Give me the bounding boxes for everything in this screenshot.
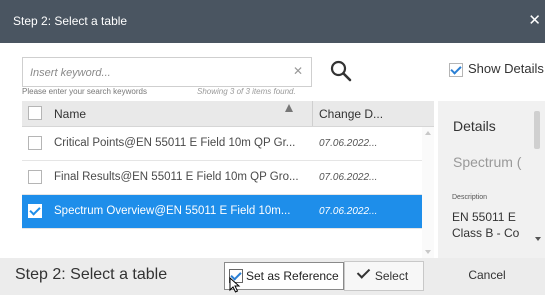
clear-icon[interactable]: ✕ bbox=[293, 64, 303, 78]
row-name: Spectrum Overview@EN 55011 E Field 10m..… bbox=[54, 205, 291, 217]
step-label: Step 2: Select a table bbox=[15, 266, 168, 283]
row-checkbox[interactable] bbox=[28, 136, 42, 150]
scroll-down-icon[interactable] bbox=[535, 237, 541, 241]
table-row-selected[interactable]: Spectrum Overview@EN 55011 E Field 10m..… bbox=[22, 195, 422, 229]
row-checkbox[interactable] bbox=[28, 204, 42, 218]
details-scrollbar[interactable] bbox=[534, 111, 540, 149]
check-icon bbox=[356, 265, 371, 279]
select-button[interactable]: Select bbox=[344, 261, 424, 291]
scroll-down-icon[interactable] bbox=[425, 250, 431, 254]
cancel-button[interactable]: Cancel bbox=[432, 261, 542, 291]
details-heading: Details bbox=[453, 118, 496, 134]
column-header-change-date[interactable]: Change D... bbox=[319, 107, 383, 121]
show-details-checkbox[interactable] bbox=[449, 62, 463, 77]
search-box: ✕ bbox=[22, 57, 312, 87]
dialog-footer: Step 2: Select a table Set as Reference … bbox=[0, 258, 545, 295]
cancel-button-label: Cancel bbox=[468, 268, 506, 282]
description-text: EN 55011 E Class B - Co bbox=[452, 209, 522, 241]
close-icon[interactable]: ✕ bbox=[528, 11, 541, 29]
set-as-reference-label: Set as Reference bbox=[246, 269, 339, 283]
details-panel: Details Spectrum ( Description EN 55011 … bbox=[438, 101, 545, 258]
table-header: Name Change D... bbox=[22, 101, 434, 127]
table-scrollbar[interactable] bbox=[422, 127, 434, 258]
select-button-label: Select bbox=[374, 269, 409, 283]
mouse-pointer-icon bbox=[229, 277, 241, 293]
set-as-reference-toggle[interactable]: Set as Reference bbox=[224, 262, 344, 290]
select-all-checkbox[interactable] bbox=[28, 106, 42, 120]
row-checkbox[interactable] bbox=[28, 170, 42, 184]
description-line: Class B - Co bbox=[452, 226, 520, 240]
row-name: Critical Points@EN 55011 E Field 10m QP … bbox=[54, 137, 296, 149]
column-divider[interactable] bbox=[312, 101, 313, 126]
column-header-name[interactable]: Name bbox=[54, 107, 86, 121]
sort-ascending-icon[interactable] bbox=[285, 104, 293, 112]
show-details-label: Show Details bbox=[468, 61, 544, 76]
search-icon[interactable] bbox=[328, 58, 354, 84]
show-details-toggle[interactable]: Show Details bbox=[449, 61, 544, 77]
search-input[interactable] bbox=[28, 63, 282, 83]
row-change-date: 07.06.2022... bbox=[319, 172, 378, 183]
scroll-up-icon[interactable] bbox=[425, 131, 431, 135]
table-row[interactable]: Critical Points@EN 55011 E Field 10m QP … bbox=[22, 127, 422, 161]
details-selected-name: Spectrum ( bbox=[453, 154, 522, 170]
row-change-date: 07.06.2022... bbox=[319, 206, 378, 217]
row-change-date: 07.06.2022... bbox=[319, 138, 378, 149]
results-count: Showing 3 of 3 items found. bbox=[197, 87, 296, 96]
table-row[interactable]: Final Results@EN 55011 E Field 10m QP Gr… bbox=[22, 161, 422, 195]
search-hint: Please enter your search keywords bbox=[22, 87, 147, 96]
table-grid: Name Change D... Critical Points@EN 5501… bbox=[22, 101, 434, 258]
title-bar: Step 2: Select a table ✕ bbox=[0, 0, 545, 43]
description-line: EN 55011 E bbox=[452, 210, 516, 224]
row-name: Final Results@EN 55011 E Field 10m QP Gr… bbox=[54, 171, 299, 183]
dialog-title: Step 2: Select a table bbox=[13, 14, 128, 28]
description-label: Description bbox=[452, 194, 488, 201]
